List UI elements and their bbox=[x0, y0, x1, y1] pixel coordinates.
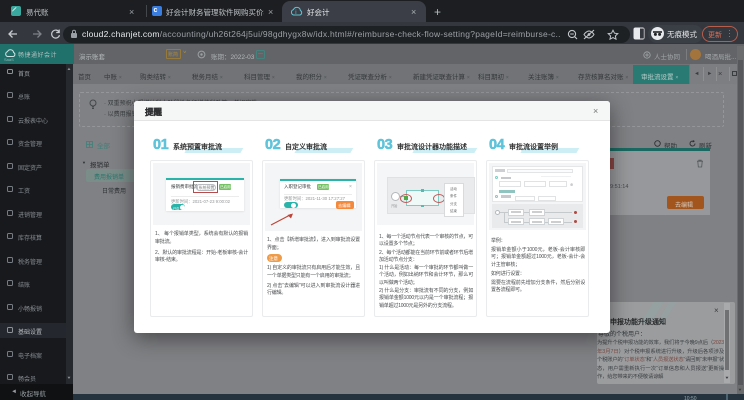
svg-text:i: i bbox=[295, 10, 296, 16]
